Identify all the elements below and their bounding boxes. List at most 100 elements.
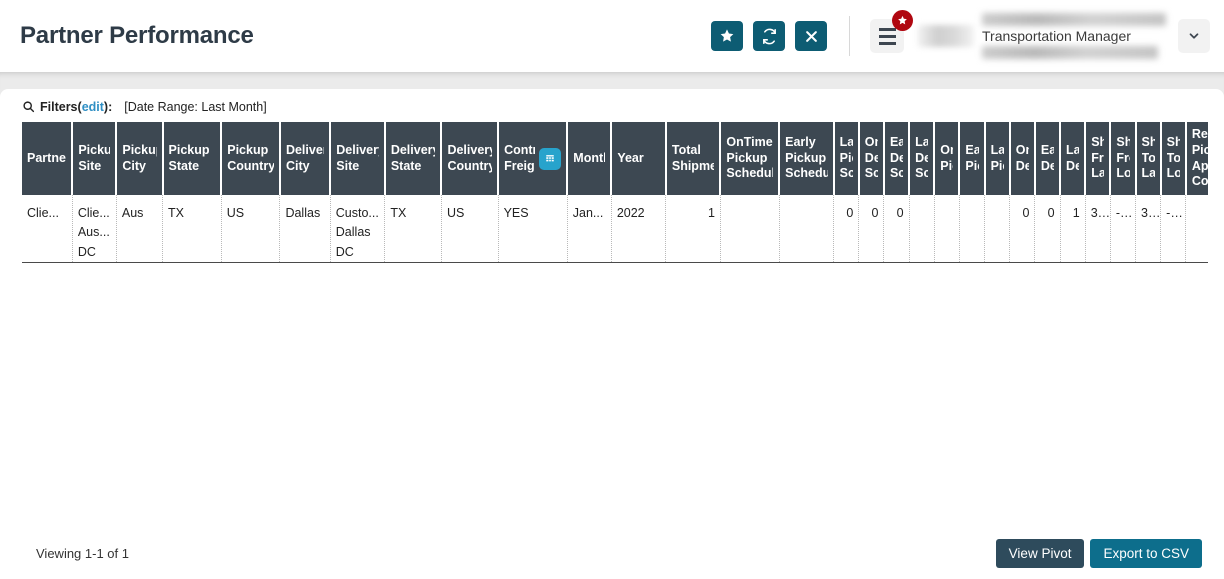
table-cell: -96 bbox=[1160, 195, 1187, 263]
table-body: Clie... Clie... Aus... DC Aus TX US Dallas Custo… bbox=[22, 195, 1208, 263]
table-cell-line: Aus... bbox=[77, 225, 110, 240]
column-header[interactable]: Month bbox=[567, 122, 613, 195]
results-table: Partner Pickup Site Pickup City Pickup Stat… bbox=[22, 122, 1208, 263]
avatar bbox=[918, 25, 974, 47]
table-cell-line: Custo... bbox=[335, 206, 379, 220]
column-header[interactable]: Pickup City bbox=[116, 122, 164, 195]
table-cell bbox=[984, 195, 1011, 263]
user-profile[interactable]: Transportation Manager bbox=[918, 12, 1172, 60]
column-header[interactable]: Early Pickup Schedule bbox=[779, 122, 835, 195]
column-header[interactable]: Late Delivery bbox=[1060, 122, 1087, 195]
column-header-label: Rescheduled Pickup Appointment Count bbox=[1191, 127, 1208, 189]
column-header[interactable]: Delivery State bbox=[384, 122, 443, 195]
user-role: Transportation Manager bbox=[982, 27, 1131, 44]
table-cell bbox=[934, 195, 960, 263]
table-cell: Clie... Aus... DC bbox=[72, 195, 117, 263]
results-table-container: Partner Pickup Site Pickup City Pickup Stat… bbox=[22, 122, 1208, 263]
header-right-controls: Transportation Manager bbox=[711, 10, 1210, 60]
filter-date-range: [Date Range: Last Month] bbox=[124, 99, 267, 114]
refresh-icon bbox=[761, 28, 778, 45]
table-cell: 0 bbox=[1034, 195, 1061, 263]
column-header[interactable]: Total Shipments bbox=[665, 122, 722, 195]
column-header[interactable]: Contract Freight bbox=[498, 122, 569, 195]
column-header-label: Delivery State bbox=[390, 142, 436, 173]
table-cell: Aus bbox=[116, 195, 164, 263]
column-header[interactable]: Pickup State bbox=[162, 122, 223, 195]
column-header[interactable]: Rescheduled Pickup Appointment Count bbox=[1185, 122, 1208, 195]
column-header[interactable]: Late Pickup bbox=[984, 122, 1011, 195]
table-cell: 2022 bbox=[611, 195, 667, 263]
column-header-label: Ship To Latitude bbox=[1141, 135, 1155, 181]
column-header-label: Late Delivery Schedule bbox=[915, 135, 929, 181]
column-header[interactable]: Late Delivery Schedule bbox=[909, 122, 936, 195]
column-header[interactable]: Pickup Site bbox=[72, 122, 118, 195]
column-header[interactable]: Early Delivery bbox=[1034, 122, 1062, 195]
table-cell: 0 bbox=[1009, 195, 1036, 263]
column-header-label: Late Delivery bbox=[1066, 142, 1080, 173]
refresh-button[interactable] bbox=[753, 21, 785, 51]
table-cell: US bbox=[221, 195, 281, 263]
column-header-label: Contract Freight bbox=[504, 142, 535, 173]
filters-close-paren: ): bbox=[103, 99, 113, 114]
column-header[interactable]: OnTime Delivery Schedule bbox=[858, 122, 885, 195]
app-header: Partner Performance Transportation Manag… bbox=[0, 0, 1224, 72]
column-header[interactable]: OnTime Pickup bbox=[934, 122, 961, 195]
footer-buttons: View Pivot Export to CSV bbox=[995, 538, 1202, 568]
column-header-label: Early Pickup Schedule bbox=[785, 135, 828, 181]
column-header-label: Late Pickup bbox=[990, 142, 1004, 173]
column-header[interactable]: Ship To Longitude bbox=[1160, 122, 1187, 195]
column-header-label: Early Delivery Schedule bbox=[889, 135, 903, 181]
column-header-label: Late Pickup Schedule bbox=[839, 135, 853, 181]
filters-label: Filters bbox=[40, 99, 78, 114]
table-cell: 0 bbox=[858, 195, 885, 263]
column-header[interactable]: Pickup Country bbox=[221, 122, 281, 195]
column-header-label: OnTime Delivery Schedule bbox=[864, 135, 878, 181]
column-header[interactable]: Ship From Latitude bbox=[1085, 122, 1112, 195]
column-header[interactable]: OnTime Delivery bbox=[1009, 122, 1036, 195]
filter-bar: Filters (edit): [Date Range: Last Month] bbox=[0, 89, 1224, 119]
view-pivot-button[interactable]: View Pivot bbox=[995, 538, 1085, 568]
table-grid-icon[interactable] bbox=[539, 147, 562, 170]
table-cell-line: DC bbox=[335, 244, 354, 259]
column-header[interactable]: Ship From Longitude bbox=[1110, 122, 1137, 195]
column-header[interactable]: Partner bbox=[22, 122, 74, 195]
column-header-label: OnTime Delivery bbox=[1015, 142, 1029, 173]
star-icon bbox=[719, 28, 735, 44]
column-header-label: Pickup Site bbox=[78, 142, 110, 173]
export-csv-button[interactable]: Export to CSV bbox=[1090, 538, 1202, 568]
table-cell bbox=[720, 195, 780, 263]
table-footer: Viewing 1-1 of 1 View Pivot Export to CS… bbox=[0, 527, 1224, 579]
column-header-label: Ship To Longitude bbox=[1166, 135, 1180, 181]
column-header[interactable]: Year bbox=[611, 122, 667, 195]
column-header[interactable]: Early Pickup bbox=[959, 122, 986, 195]
table-cell-line: Clie... bbox=[77, 206, 110, 220]
column-header[interactable]: Delivery Country bbox=[441, 122, 500, 195]
filters-edit-link[interactable]: edit bbox=[82, 100, 104, 114]
table-row[interactable]: Clie... Clie... Aus... DC Aus TX US Dallas Custo… bbox=[22, 195, 1208, 263]
column-header[interactable]: OnTime Pickup Schedule bbox=[720, 122, 781, 195]
close-icon bbox=[804, 29, 819, 44]
user-name-redacted bbox=[982, 12, 1166, 26]
column-header[interactable]: Ship To Latitude bbox=[1135, 122, 1162, 195]
column-header[interactable]: Early Delivery Schedule bbox=[883, 122, 911, 195]
table-cell: -97 bbox=[1110, 195, 1137, 263]
table-cell: Clie... bbox=[22, 195, 73, 263]
table-cell: 0 bbox=[883, 195, 910, 263]
main-menu-wrapper bbox=[870, 10, 913, 53]
column-header[interactable]: Late Pickup Schedule bbox=[833, 122, 860, 195]
close-button[interactable] bbox=[795, 21, 827, 51]
table-cell: 32.9 bbox=[1135, 195, 1162, 263]
table-cell: 30. bbox=[1085, 195, 1111, 263]
column-header-label: Partner bbox=[27, 150, 66, 165]
table-cell: YES bbox=[498, 195, 568, 263]
column-header-label: Ship From Latitude bbox=[1091, 135, 1105, 181]
user-details: Transportation Manager bbox=[982, 12, 1172, 60]
table-cell bbox=[779, 195, 835, 263]
chevron-down-icon[interactable] bbox=[1178, 19, 1210, 53]
column-header[interactable]: Delivery Site bbox=[330, 122, 386, 195]
favorite-button[interactable] bbox=[711, 21, 743, 51]
column-header-label: OnTime Pickup bbox=[940, 142, 953, 173]
table-cell: Dallas bbox=[279, 195, 331, 263]
table-cell: TX bbox=[162, 195, 222, 263]
column-header[interactable]: Delivery City bbox=[279, 122, 332, 195]
